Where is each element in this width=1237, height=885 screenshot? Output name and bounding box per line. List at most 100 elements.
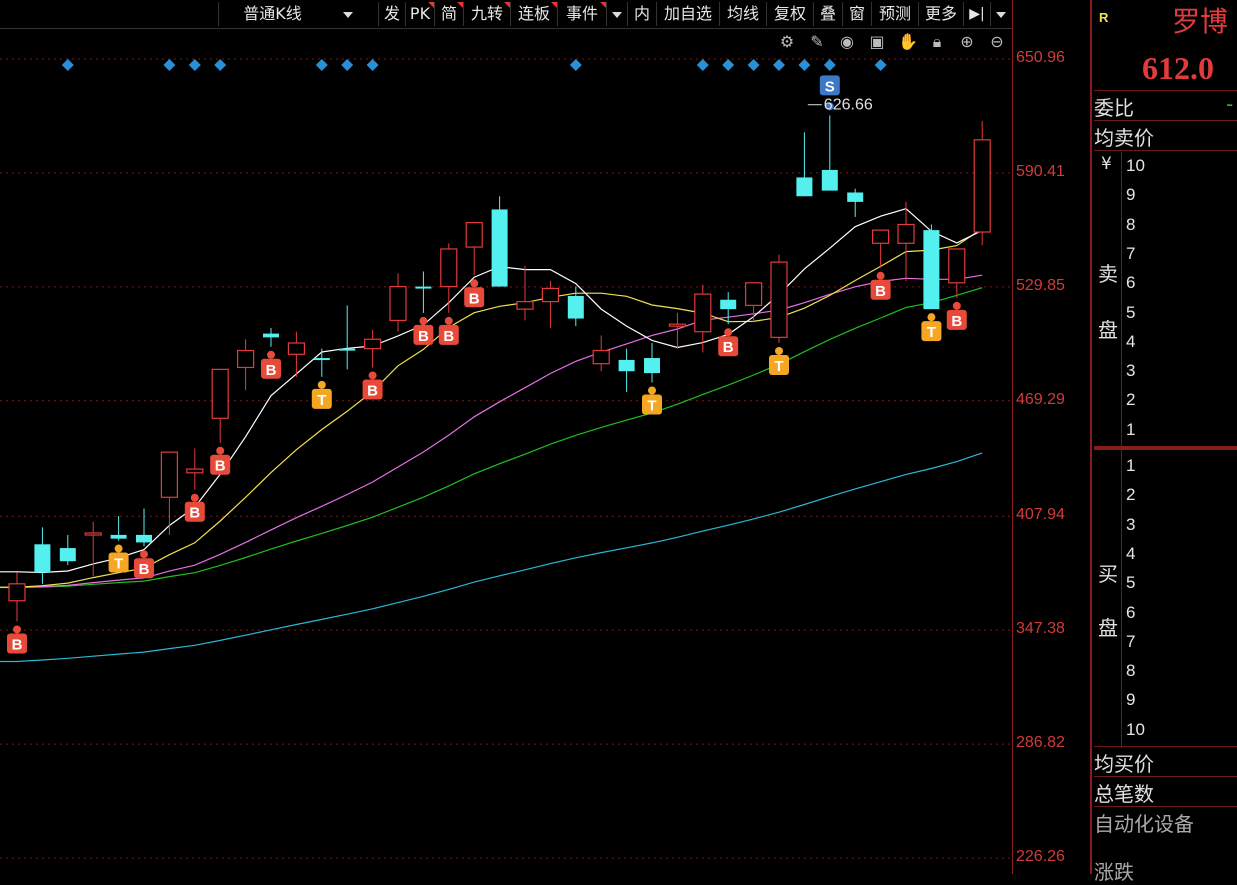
total-trades-label: 总笔数 — [1094, 782, 1154, 806]
candle-body-down — [136, 534, 152, 543]
events-dropdown[interactable] — [606, 2, 627, 26]
candle-body-down — [796, 177, 813, 197]
candle-body-down — [567, 295, 584, 319]
sell-level: 5 — [1126, 302, 1136, 322]
signal-dot — [648, 386, 656, 395]
hand-icon[interactable]: ✋ — [898, 33, 918, 51]
candle — [34, 527, 51, 584]
top-marker-diamond — [569, 59, 582, 71]
buy-level: 3 — [1126, 514, 1136, 534]
candle — [541, 280, 560, 328]
toolbar-item-add-watchlist[interactable]: 加自选 — [656, 2, 719, 26]
signal-T: T — [642, 386, 662, 415]
candle — [59, 534, 76, 566]
signal-label: B — [469, 290, 480, 307]
candle-body-up — [211, 368, 229, 419]
toolbar-item-more[interactable]: 更多 — [918, 2, 963, 26]
divider — [1094, 776, 1237, 777]
candle — [136, 508, 152, 547]
toolbar-item-events[interactable]: 事件 — [557, 2, 606, 26]
toolbar-item-forecast[interactable]: 预测 — [871, 2, 918, 26]
sell-level: 10 — [1126, 156, 1145, 175]
buy-level: 5 — [1126, 573, 1136, 593]
candle-body-up — [160, 451, 178, 498]
candle-body-up — [541, 287, 560, 303]
signal-T: T — [311, 380, 332, 409]
pen-icon[interactable]: ✎ — [808, 33, 826, 51]
kline-chart[interactable]: BT BBBBTBB BBTBTSBTB 626.66 — [0, 28, 1012, 874]
candle — [770, 254, 788, 344]
toolbar-item-nei[interactable]: 内 — [627, 2, 656, 26]
eye-icon[interactable]: ◉ — [838, 33, 856, 51]
candle-body-up — [973, 139, 991, 233]
candle-body-down — [34, 544, 51, 573]
moving-average-lines — [0, 208, 983, 663]
top-marker-diamond — [874, 59, 887, 71]
kline-type-select[interactable]: 普通K线 — [218, 2, 377, 26]
toolbar-item-adjust[interactable]: 复权 — [766, 2, 813, 26]
candle-body-down — [415, 286, 432, 289]
candle — [973, 121, 991, 246]
candle — [796, 132, 813, 197]
candle — [923, 224, 940, 310]
signal-dot — [317, 380, 326, 389]
buy-level: 4 — [1126, 543, 1136, 563]
candle-body-up — [8, 583, 26, 602]
candle — [186, 448, 204, 490]
top-marker-diamond — [163, 59, 176, 71]
zoom-in-icon[interactable]: ⊕ — [958, 33, 976, 51]
toolbar-item-lianban[interactable]: 连板 — [510, 2, 557, 26]
top-marker-diamond — [747, 59, 760, 71]
signal-dot — [952, 301, 961, 310]
signal-T: T — [769, 347, 789, 376]
ma10-line — [0, 228, 983, 588]
sell-level: 9 — [1126, 185, 1136, 205]
signal-dot — [368, 371, 377, 380]
toolbar-item-pk[interactable]: PK — [405, 2, 434, 26]
candle — [84, 521, 102, 577]
candle-body-down — [491, 209, 508, 287]
signal-dot — [419, 316, 428, 325]
sell-level: 8 — [1126, 214, 1136, 234]
toolbar-item-overlay[interactable]: 叠 — [813, 2, 842, 26]
candle — [415, 271, 432, 313]
signal-label: B — [443, 328, 454, 345]
chevron-down-icon — [612, 11, 622, 18]
sell-level: 2 — [1126, 390, 1136, 410]
y-tick-label: 407.94 — [1016, 506, 1065, 524]
toolbar-item-jiuzhuan[interactable]: 九转 — [463, 2, 510, 26]
toolbar-item-fa[interactable]: 发 — [378, 2, 405, 26]
candle-body-up — [770, 261, 788, 338]
candle — [364, 329, 382, 368]
candle-body-up — [186, 468, 204, 474]
weibi-label: 委比 — [1094, 96, 1134, 120]
divider — [1094, 120, 1237, 121]
toolbar-item-ma[interactable]: 均线 — [719, 2, 766, 26]
lock-icon[interactable]: 🔒︎ — [928, 33, 946, 51]
y-tick-label: 590.41 — [1016, 162, 1065, 180]
signal-dot — [876, 271, 885, 280]
signal-B: B — [210, 446, 231, 475]
candle — [465, 222, 483, 276]
signal-dot — [470, 279, 479, 288]
change-label: 涨跌 — [1094, 860, 1134, 884]
candle-body-up — [364, 338, 382, 350]
toolbar-item-jian[interactable]: 简 — [434, 2, 463, 26]
zoom-out-icon[interactable]: ⊖ — [988, 33, 1006, 51]
candle — [313, 348, 330, 377]
sell-level: 3 — [1126, 361, 1136, 381]
box-icon[interactable]: ▣ — [868, 33, 886, 51]
candle — [8, 572, 26, 622]
toolbar-dropdown[interactable] — [990, 2, 1011, 26]
chevron-down-icon — [342, 11, 353, 18]
candle — [491, 196, 508, 287]
candle — [211, 368, 229, 443]
candle-body-up — [897, 223, 915, 244]
collapse-icon[interactable]: ▶| — [963, 2, 990, 26]
candle-body-up — [440, 248, 458, 288]
signal-label: B — [12, 636, 23, 653]
toolbar-item-window[interactable]: 窗 — [842, 2, 871, 26]
signal-B: B — [362, 371, 383, 400]
chart-grid — [0, 58, 1012, 859]
gear-icon[interactable]: ⚙ — [778, 33, 796, 51]
